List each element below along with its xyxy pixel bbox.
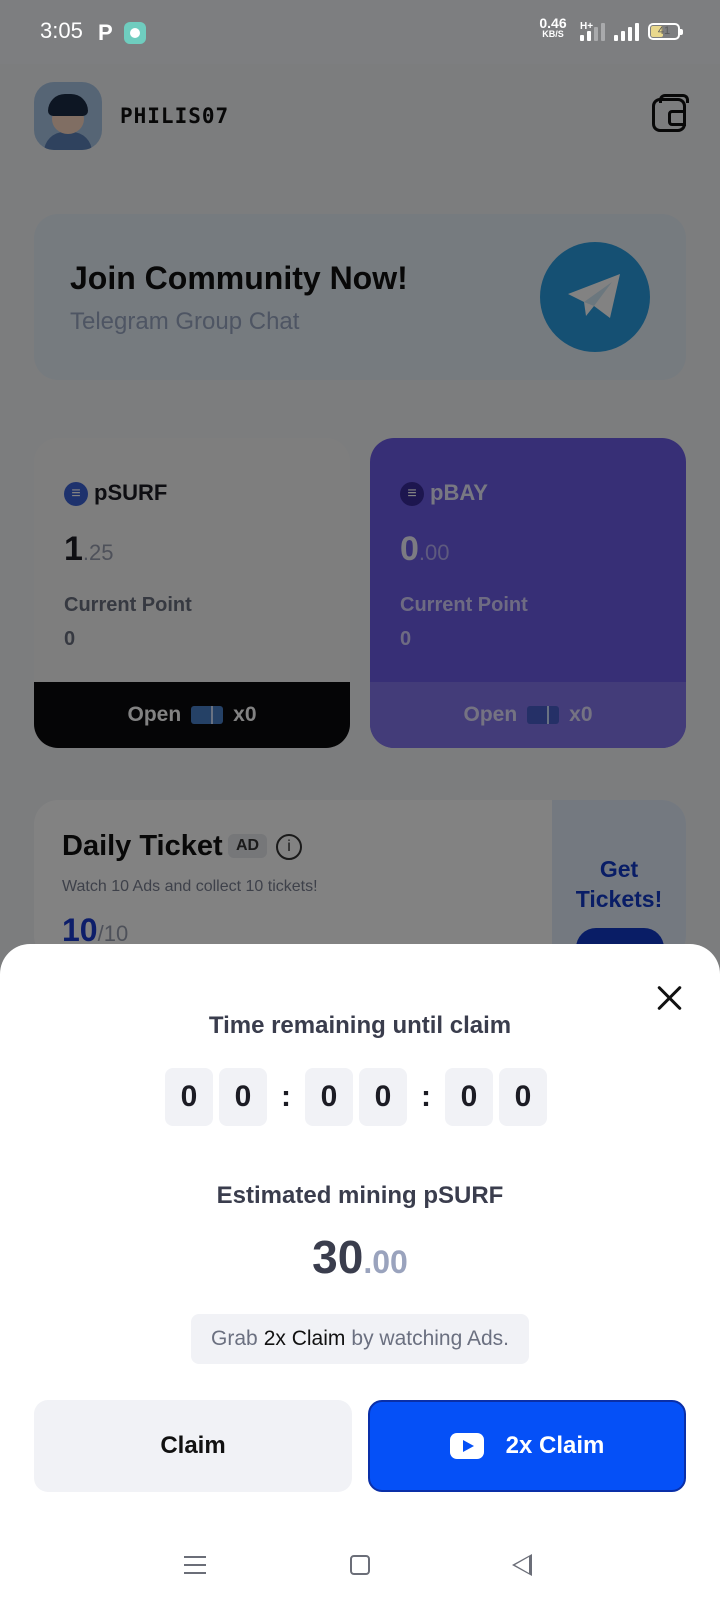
network-speed-value: 0.46 [539,15,567,31]
estimate-value: 30.00 [0,1230,720,1284]
timer-digit: 0 [219,1068,267,1126]
timer-label: Time remaining until claim [208,1012,512,1039]
close-icon[interactable] [652,980,688,1016]
timer-digit: 0 [499,1068,547,1126]
p-app-icon: P [98,20,113,45]
grab-highlight: 2x Claim [263,1327,346,1350]
network-speed: 0.46 KB/S [536,15,570,40]
system-nav-bar [0,1536,720,1600]
home-icon[interactable] [350,1555,370,1575]
youtube-icon [449,1433,484,1459]
grab-hint: Grab 2x Claim by watching Ads. [191,1314,529,1364]
menu-icon[interactable] [184,1556,206,1574]
claim-sheet: Time remaining until claim 0 0 : 0 0 : 0… [0,944,720,1600]
countdown-timer: 0 0 : 0 0 : 0 0 [165,1068,553,1126]
timer-digit: 0 [445,1068,493,1126]
double-claim-label: 2x Claim [505,1432,605,1459]
signal-icon-1 [580,23,605,41]
double-claim-button[interactable]: 2x Claim [368,1400,686,1492]
status-time: 3:05 [40,18,83,43]
claim-button[interactable]: Claim [34,1400,352,1492]
timer-digit: 0 [165,1068,213,1126]
estimate-label: Estimated mining pSURF [216,1182,504,1209]
estimate-int: 30 [312,1231,364,1283]
signal-icon-2 [614,23,639,41]
timer-separator: : [421,1080,431,1113]
estimate-dec: .00 [363,1244,408,1280]
grab-suffix: by watching Ads. [351,1327,509,1350]
timer-separator: : [281,1080,291,1113]
status-bar: 3:05 P 0.46 KB/S H+ 41 [0,0,720,64]
battery-level: 41 [657,25,671,37]
chat-app-icon [124,22,146,44]
timer-digit: 0 [359,1068,407,1126]
back-icon[interactable] [512,1554,532,1576]
timer-digit: 0 [305,1068,353,1126]
grab-prefix: Grab [211,1327,258,1350]
battery-icon: 41 [648,23,683,40]
